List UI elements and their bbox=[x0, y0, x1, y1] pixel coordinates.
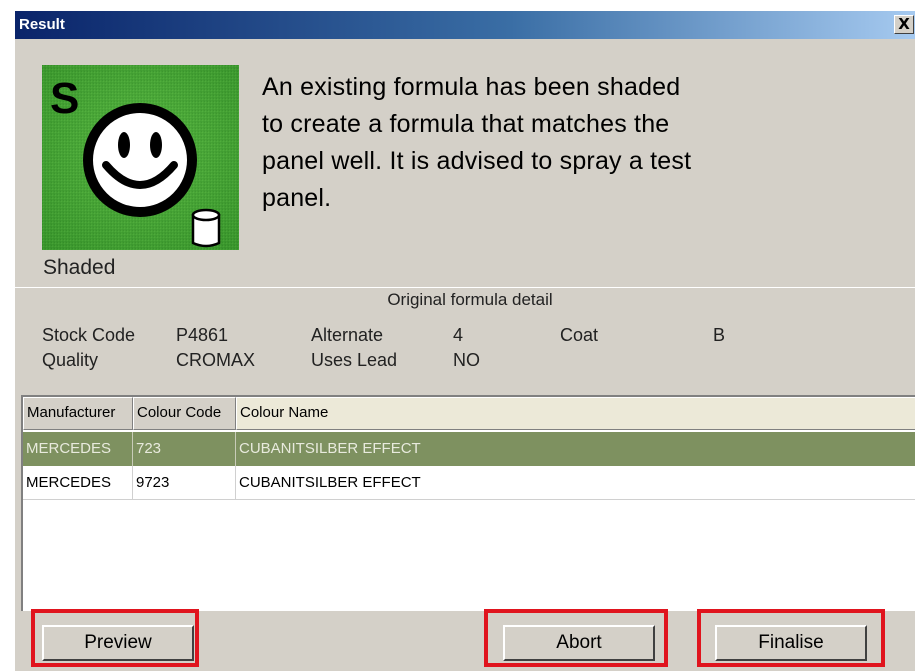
alternate-value: 4 bbox=[453, 325, 464, 345]
detail-heading: Original formula detail bbox=[387, 290, 553, 309]
table-row[interactable]: MERCEDES 9723 CUBANITSILBER EFFECT bbox=[23, 466, 915, 500]
smiley-shaded-icon: S bbox=[42, 65, 239, 250]
close-button[interactable]: X bbox=[894, 15, 914, 34]
coat-value: B bbox=[713, 325, 726, 345]
quality-value: CROMAX bbox=[176, 350, 256, 370]
result-dialog: Result X S Shaded An existing formula ha… bbox=[14, 10, 915, 671]
finalise-highlight bbox=[697, 609, 885, 667]
column-header-colour-code[interactable]: Colour Code bbox=[133, 397, 236, 430]
coat-label: Coat bbox=[560, 325, 599, 345]
formula-detail-panel: Original formula detail Stock Code P4861… bbox=[15, 287, 915, 395]
cell-manufacturer: MERCEDES bbox=[23, 466, 133, 500]
window-title: Result bbox=[19, 16, 65, 33]
table-header: Manufacturer Colour Code Colour Name bbox=[23, 397, 915, 430]
uses-lead-value: NO bbox=[453, 350, 480, 370]
title-bar[interactable]: Result X bbox=[15, 11, 915, 39]
status-label: Shaded bbox=[43, 256, 116, 279]
quality-label: Quality bbox=[42, 350, 99, 370]
column-header-colour-name[interactable]: Colour Name bbox=[236, 397, 915, 430]
cell-manufacturer: MERCEDES bbox=[23, 432, 133, 466]
cell-colour-code: 723 bbox=[133, 432, 236, 466]
alternate-label: Alternate bbox=[311, 325, 384, 345]
cell-colour-code: 9723 bbox=[133, 466, 236, 500]
stock-code-label: Stock Code bbox=[42, 325, 136, 345]
uses-lead-label: Uses Lead bbox=[311, 350, 398, 370]
colour-table[interactable]: Manufacturer Colour Code Colour Name MER… bbox=[21, 395, 915, 611]
stock-code-value: P4861 bbox=[176, 325, 229, 345]
cell-colour-name: CUBANITSILBER EFFECT bbox=[236, 466, 915, 500]
preview-highlight bbox=[31, 609, 199, 667]
table-row[interactable]: MERCEDES 723 CUBANITSILBER EFFECT bbox=[23, 432, 915, 466]
abort-highlight bbox=[484, 609, 668, 667]
result-message: An existing formula has been shaded to c… bbox=[262, 73, 692, 212]
column-header-manufacturer[interactable]: Manufacturer bbox=[23, 397, 133, 430]
cell-colour-name: CUBANITSILBER EFFECT bbox=[239, 440, 421, 457]
status-icon-letter: S bbox=[50, 74, 79, 123]
